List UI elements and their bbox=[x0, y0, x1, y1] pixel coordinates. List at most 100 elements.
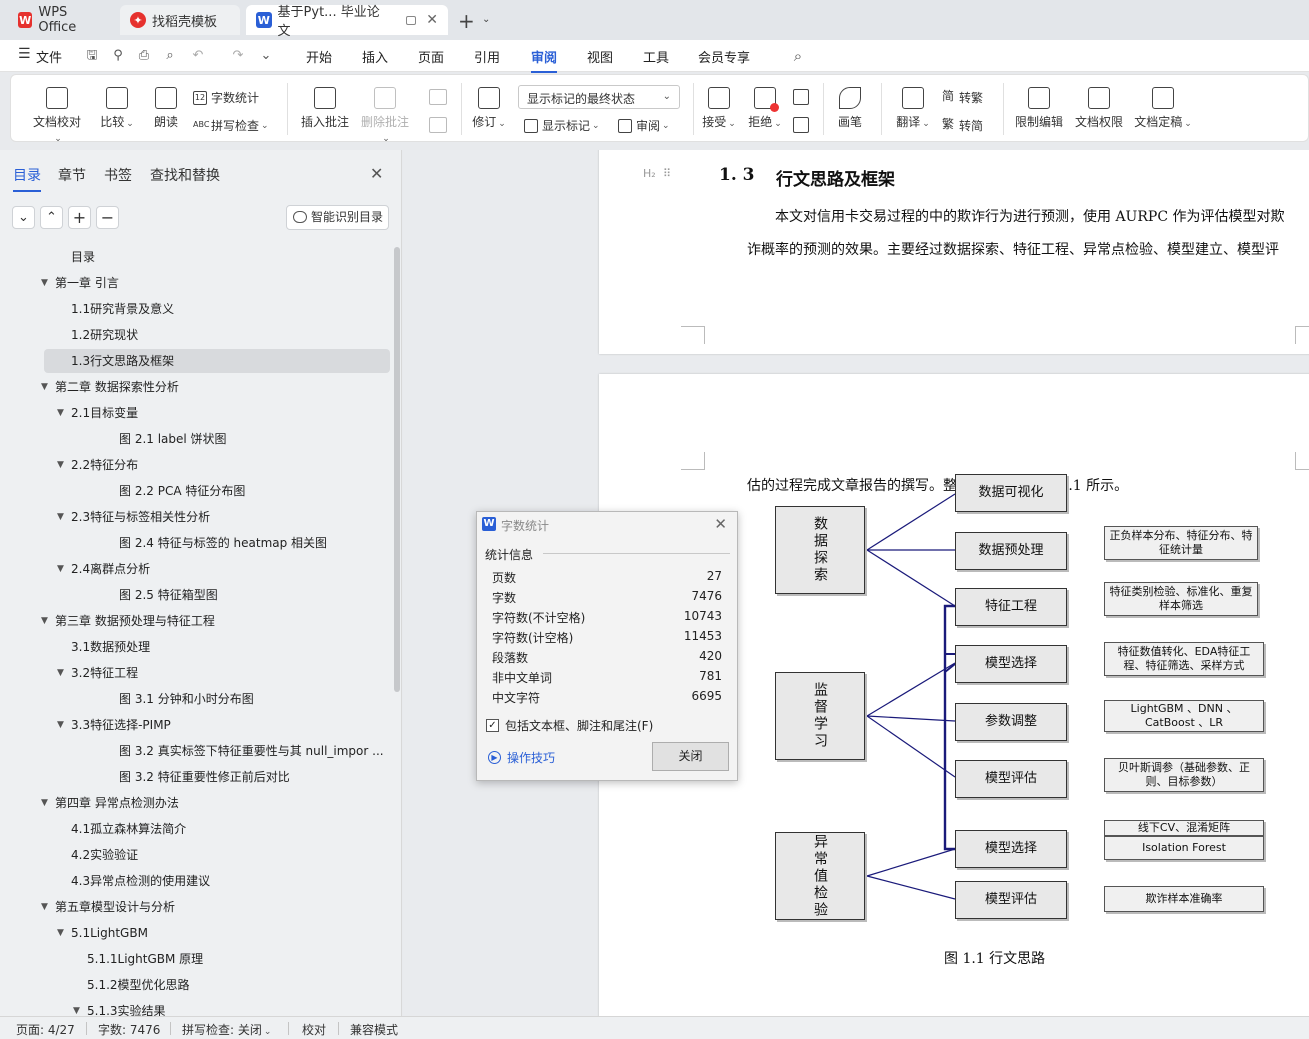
accept-button[interactable]: 接受 ⌄ bbox=[699, 87, 739, 130]
search-icon[interactable]: ⌕ bbox=[790, 48, 806, 64]
toc-item[interactable]: 图 2.4 特征与标签的 heatmap 相关图 bbox=[44, 531, 390, 555]
close-icon[interactable]: ✕ bbox=[714, 515, 727, 533]
expand-arrow-icon[interactable]: ▼ bbox=[41, 902, 48, 912]
menu-page[interactable]: 页面 bbox=[418, 47, 444, 66]
expand-arrow-icon[interactable]: ▼ bbox=[57, 408, 64, 418]
toc-item[interactable]: 第四章 异常点检测办法 bbox=[44, 791, 390, 815]
track-changes-button[interactable]: 修订 ⌄ bbox=[469, 87, 509, 130]
toc-item[interactable]: 5.1.3实验结果 bbox=[44, 999, 390, 1016]
doc-finalize-button[interactable]: 文档定稿 ⌄ bbox=[1133, 87, 1193, 130]
menu-home[interactable]: 开始 bbox=[306, 47, 332, 66]
toc-item[interactable]: 4.2实验验证 bbox=[44, 843, 390, 867]
toc-item[interactable]: 图 2.2 PCA 特征分布图 bbox=[44, 479, 390, 503]
toc-item[interactable]: 5.1LightGBM bbox=[44, 921, 390, 945]
toc-item[interactable]: 图 3.1 分钟和小时分布图 bbox=[44, 687, 390, 711]
expand-arrow-icon[interactable]: ▼ bbox=[57, 668, 64, 678]
expand-arrow-icon[interactable]: ▼ bbox=[73, 1006, 80, 1016]
menu-tools[interactable]: 工具 bbox=[643, 47, 669, 66]
toc-item[interactable]: 第五章模型设计与分析 bbox=[44, 895, 390, 919]
toc-scrollbar[interactable] bbox=[394, 247, 400, 692]
menu-insert[interactable]: 插入 bbox=[362, 47, 388, 66]
expand-arrow-icon[interactable]: ▼ bbox=[57, 512, 64, 522]
status-page[interactable]: 页面: 4/27 bbox=[16, 1021, 75, 1038]
delete-comment-button[interactable]: 删除批注⌄ bbox=[359, 87, 411, 144]
reject-button[interactable]: 拒绝 ⌄ bbox=[745, 87, 785, 130]
undo-icon[interactable]: ↶ bbox=[190, 48, 206, 64]
menu-view[interactable]: 视图 bbox=[587, 47, 613, 66]
next-change-icon[interactable] bbox=[793, 117, 809, 133]
expand-arrow-icon[interactable]: ▼ bbox=[57, 460, 64, 470]
print-icon[interactable]: ⎙ bbox=[136, 48, 152, 64]
toc-item[interactable]: 第一章 引言 bbox=[44, 271, 390, 295]
toc-item[interactable]: 5.1.2模型优化思路 bbox=[44, 973, 390, 997]
tab-docer[interactable]: ✦ 找稻壳模板 bbox=[120, 5, 240, 35]
translate-button[interactable]: 翻译 ⌄ bbox=[893, 87, 933, 130]
to-simplified-button[interactable]: 繁 转简 bbox=[941, 117, 983, 134]
toc-item[interactable]: 4.1孤立森林算法简介 bbox=[44, 817, 390, 841]
word-count-button[interactable]: 12 字数统计 bbox=[193, 89, 259, 106]
insert-comment-button[interactable]: 插入批注 bbox=[299, 87, 351, 130]
remove-heading-button[interactable]: − bbox=[96, 206, 119, 229]
expand-arrow-icon[interactable]: ▼ bbox=[57, 564, 64, 574]
menu-file[interactable]: 文件 bbox=[36, 47, 62, 66]
expand-arrow-icon[interactable]: ▼ bbox=[41, 798, 48, 808]
minimize-tab-icon[interactable] bbox=[405, 15, 417, 25]
expand-arrow-icon[interactable]: ▼ bbox=[41, 616, 48, 626]
toc-item[interactable]: 图 3.2 特征重要性修正前后对比 bbox=[44, 765, 390, 789]
link-icon[interactable]: ⚲ bbox=[110, 48, 126, 64]
drag-handle-icon[interactable]: ⠿ bbox=[663, 167, 671, 180]
doc-check-button[interactable]: 文档校对⌄ bbox=[29, 87, 85, 144]
toc-item[interactable]: 1.3行文思路及框架 bbox=[44, 349, 390, 373]
pen-button[interactable]: 画笔 bbox=[835, 87, 865, 130]
redo-icon[interactable]: ↷ bbox=[230, 48, 246, 64]
toc-item[interactable]: 图 2.5 特征箱型图 bbox=[44, 583, 390, 607]
nav-tab-chapters[interactable]: 章节 bbox=[58, 165, 86, 185]
close-tab-icon[interactable]: ✕ bbox=[426, 12, 438, 28]
toc-item[interactable]: 3.3特征选择-PIMP bbox=[44, 713, 390, 737]
nav-tab-bookmarks[interactable]: 书签 bbox=[104, 165, 132, 185]
hamburger-icon[interactable]: ☰ bbox=[18, 46, 31, 62]
toc-item[interactable]: 1.2研究现状 bbox=[44, 323, 390, 347]
prev-comment-icon[interactable] bbox=[429, 89, 447, 105]
toc-item[interactable]: 3.1数据预处理 bbox=[44, 635, 390, 659]
menu-reference[interactable]: 引用 bbox=[474, 47, 500, 66]
compare-button[interactable]: 比较 ⌄ bbox=[97, 87, 137, 130]
markup-state-select[interactable]: 显示标记的最终状态 ⌄ bbox=[518, 85, 680, 109]
menu-member[interactable]: 会员专享 bbox=[698, 47, 750, 66]
status-spell-check[interactable]: 拼写检查: 关闭 ⌄ bbox=[182, 1021, 271, 1038]
expand-up-button[interactable]: ⌃ bbox=[40, 206, 63, 229]
tips-link[interactable]: ▶ 操作技巧 bbox=[488, 749, 555, 766]
toc-item[interactable]: 第三章 数据预处理与特征工程 bbox=[44, 609, 390, 633]
toc-item[interactable]: 2.3特征与标签相关性分析 bbox=[44, 505, 390, 529]
toc-item[interactable]: 2.4离群点分析 bbox=[44, 557, 390, 581]
expand-arrow-icon[interactable]: ▼ bbox=[57, 720, 64, 730]
review-pane-button[interactable]: 审阅 ⌄ bbox=[618, 117, 670, 134]
add-heading-button[interactable]: + bbox=[68, 206, 91, 229]
new-tab-icon[interactable]: + bbox=[458, 9, 475, 33]
close-button[interactable]: 关闭 bbox=[652, 742, 729, 771]
collapse-all-button[interactable]: ⌄ bbox=[12, 206, 35, 229]
toc-item[interactable]: 3.2特征工程 bbox=[44, 661, 390, 685]
to-traditional-button[interactable]: 简 转繁 bbox=[941, 89, 983, 106]
spell-check-button[interactable]: ABC 拼写检查 ⌄ bbox=[193, 117, 269, 134]
restrict-edit-button[interactable]: 限制编辑 bbox=[1013, 87, 1065, 130]
toc-item[interactable]: 2.2特征分布 bbox=[44, 453, 390, 477]
doc-permission-button[interactable]: 文档权限 bbox=[1073, 87, 1125, 130]
more-icon[interactable]: ⌄ bbox=[258, 48, 274, 64]
next-comment-icon[interactable] bbox=[429, 117, 447, 133]
menu-review[interactable]: 审阅 bbox=[531, 47, 558, 73]
toc-item[interactable]: 1.1研究背景及意义 bbox=[44, 297, 390, 321]
toc-item[interactable]: 目录 bbox=[44, 245, 390, 269]
expand-arrow-icon[interactable]: ▼ bbox=[57, 928, 64, 938]
print-preview-icon[interactable]: ⌕ bbox=[162, 48, 178, 64]
expand-arrow-icon[interactable]: ▼ bbox=[41, 382, 48, 392]
show-markup-button[interactable]: 显示标记 ⌄ bbox=[524, 117, 600, 134]
toc-item[interactable]: 第二章 数据探索性分析 bbox=[44, 375, 390, 399]
toc-item[interactable]: 4.3异常点检测的使用建议 bbox=[44, 869, 390, 893]
tab-wps-office[interactable]: W WPS Office bbox=[8, 5, 112, 35]
nav-tab-toc[interactable]: 目录 bbox=[13, 165, 41, 192]
chevron-down-icon[interactable]: ⌄ bbox=[482, 14, 490, 25]
toc-item[interactable]: 图 2.1 label 饼状图 bbox=[44, 427, 390, 451]
save-icon[interactable]: 🖫 bbox=[84, 48, 100, 64]
close-icon[interactable]: ✕ bbox=[370, 164, 383, 183]
